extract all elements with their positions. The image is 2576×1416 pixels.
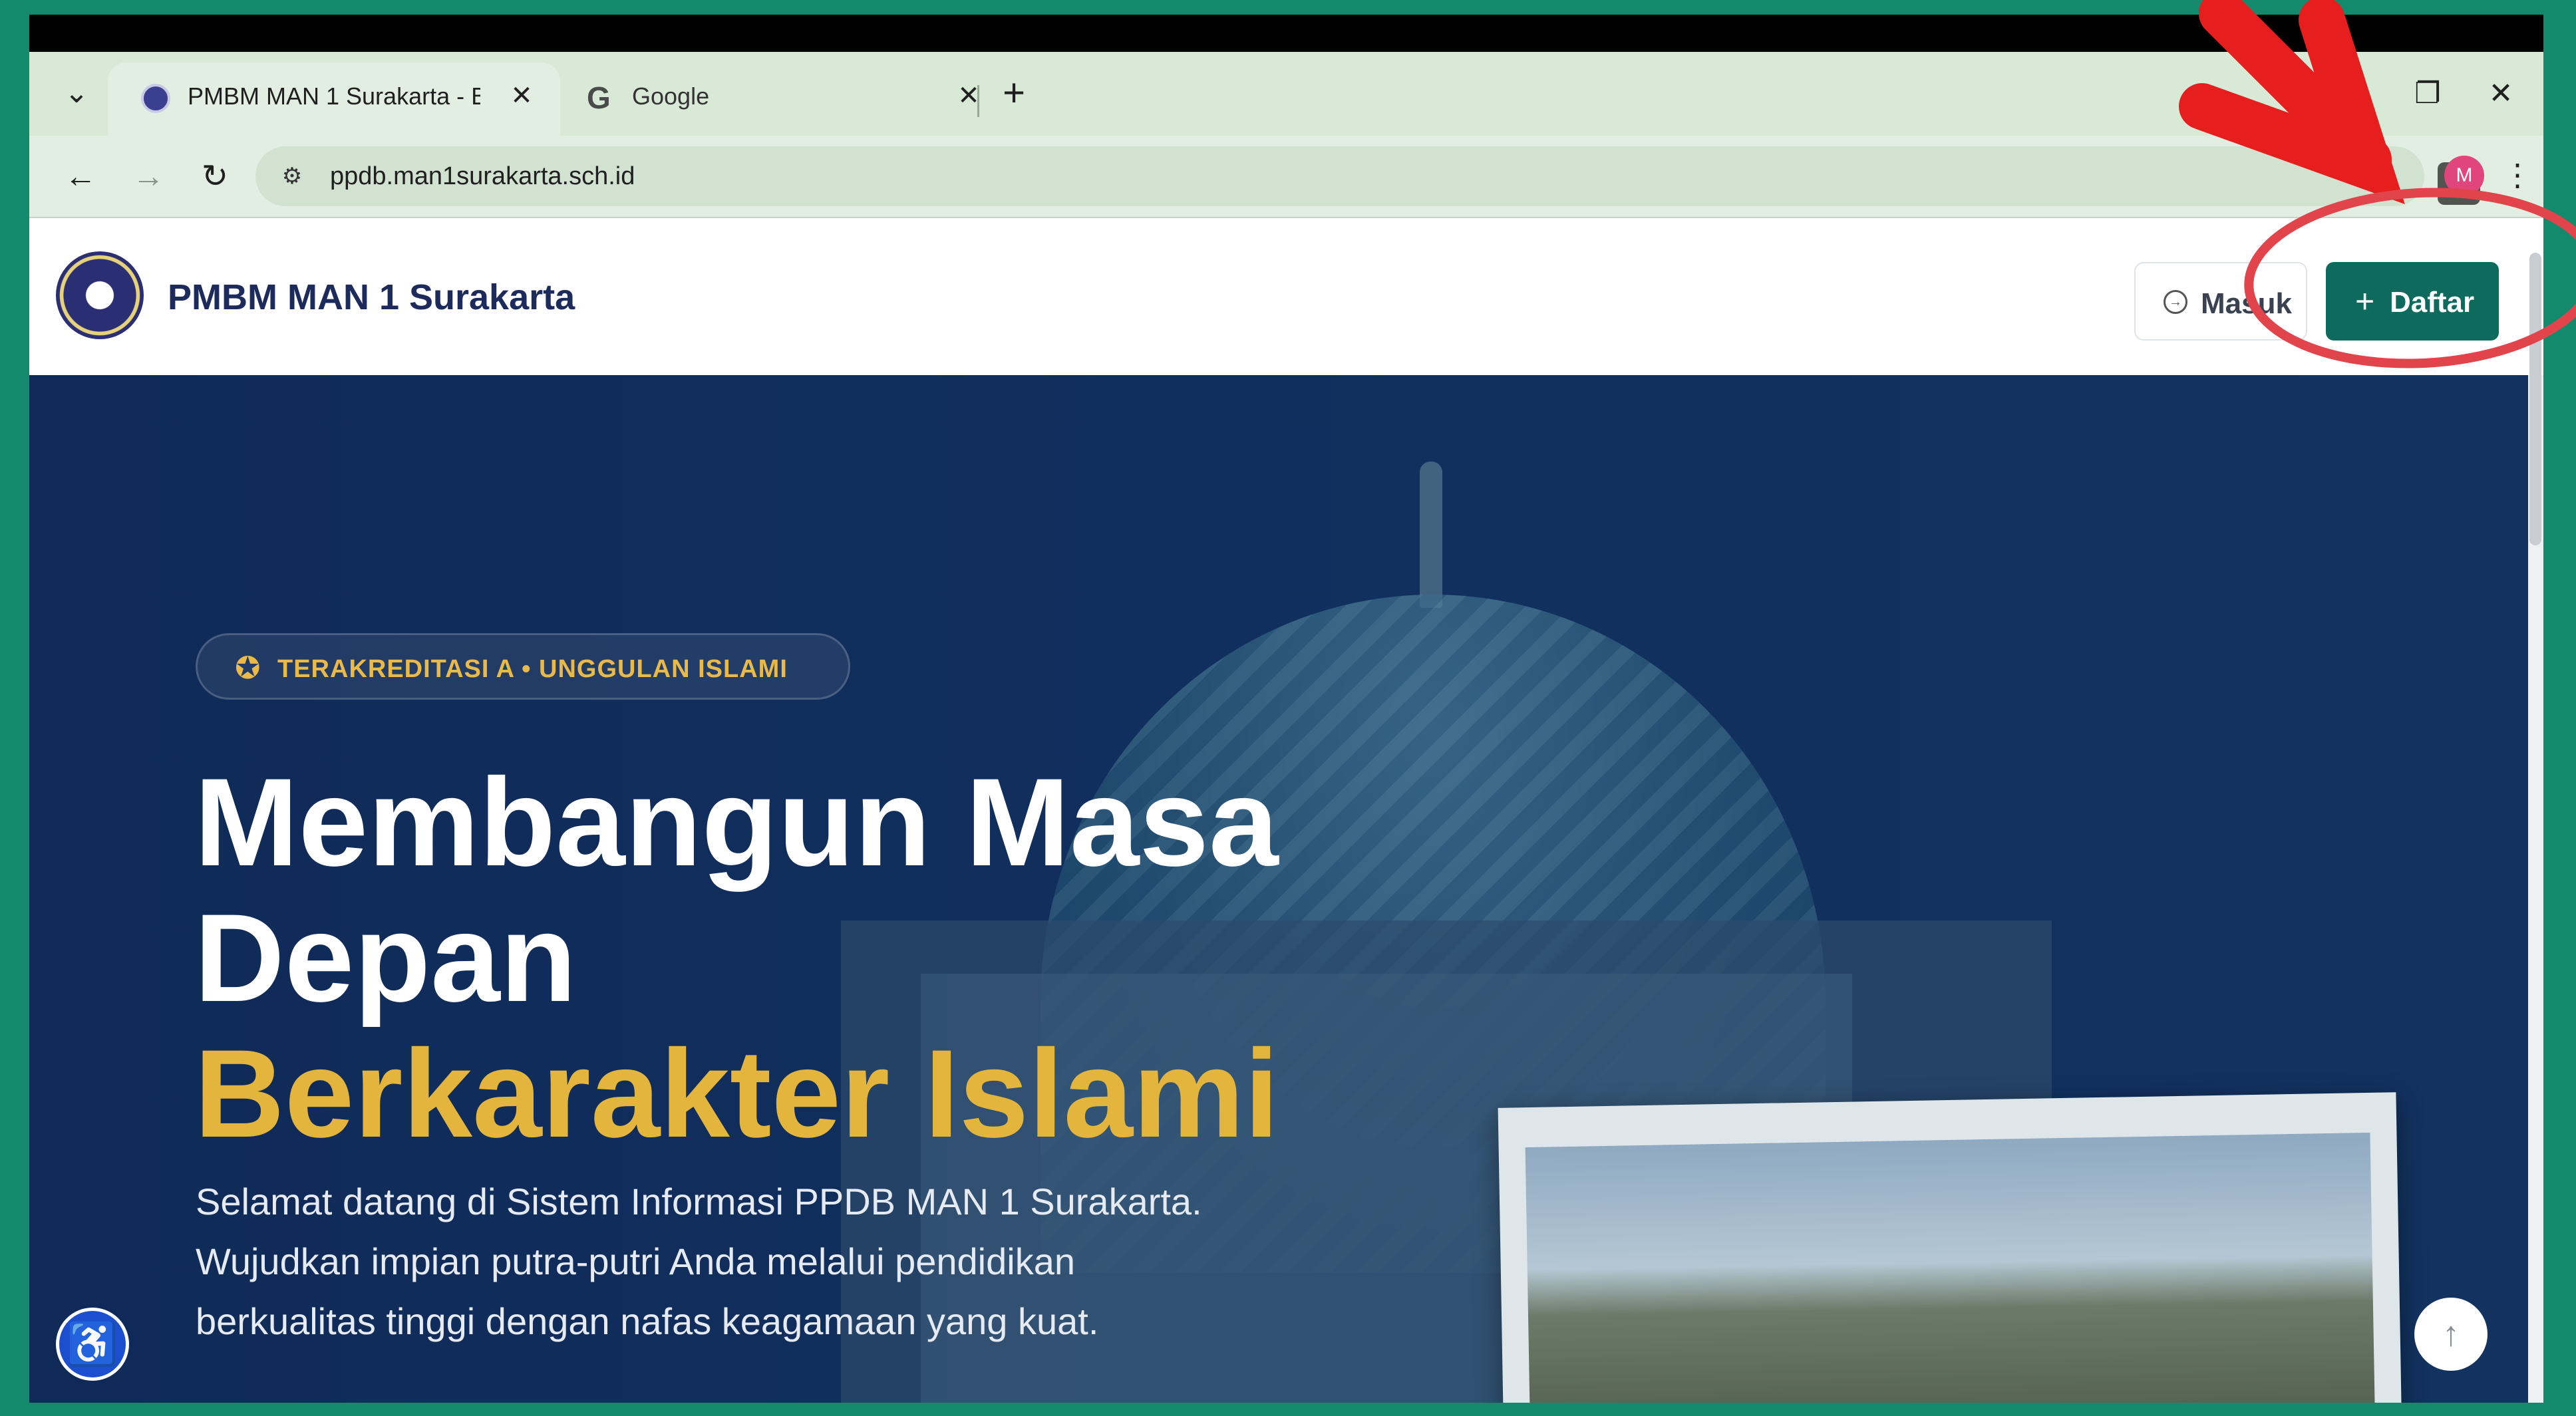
new-tab-button[interactable]: + [991, 69, 1037, 116]
tab-title: Google [632, 82, 710, 110]
address-bar[interactable]: ⚙ ppdb.man1surakarta.sch.id 文 ☆ [255, 146, 2480, 206]
tab-divider [977, 85, 979, 117]
badge-text: TERAKREDITASI A • UNGGULAN ISLAMI [277, 655, 788, 683]
tab-title: PMBM MAN 1 Surakarta - Beranda [188, 82, 480, 110]
close-window-button[interactable]: ✕ [2471, 67, 2531, 120]
campus-photo-card [1498, 1092, 2402, 1403]
login-label: Masuk [2201, 287, 2292, 320]
dome-finial [1420, 462, 1442, 608]
back-icon[interactable]: ← [57, 153, 104, 200]
award-icon: ✪ [235, 650, 261, 685]
profile-avatar[interactable]: M [2444, 156, 2484, 196]
tab-active[interactable]: PMBM MAN 1 Surakarta - Beranda ✕ [108, 63, 560, 136]
page-scrollbar-thumb[interactable] [2529, 253, 2541, 545]
login-button[interactable]: → Masuk [2134, 262, 2307, 341]
accreditation-badge: ✪ TERAKREDITASI A • UNGGULAN ISLAMI [196, 633, 850, 700]
login-icon: → [2164, 290, 2187, 314]
lead-line-2: Wujudkan impian putra-putri Anda melalui… [196, 1240, 1075, 1282]
hero-headline: Membangun Masa Depan [194, 754, 1279, 1026]
tab-search-icon[interactable]: ⌄ [48, 69, 105, 116]
arrow-up-icon[interactable]: ↑ [2414, 1298, 2488, 1371]
tab-google[interactable]: G Google ✕ [568, 63, 1007, 129]
close-tab-icon[interactable]: ✕ [950, 77, 987, 114]
site-header: PMBM MAN 1 Surakarta → Masuk + Daftar [29, 218, 2543, 375]
hero-headline-accent: Berkarakter Islami [194, 1024, 1279, 1163]
reload-icon[interactable]: ↻ [192, 153, 238, 200]
plus-icon: + [2355, 283, 2375, 320]
google-icon: G [587, 80, 611, 115]
forward-icon[interactable]: → [125, 153, 172, 200]
lead-line-3: berkualitas tinggi dengan nafas keagamaa… [196, 1300, 1099, 1342]
hero-lead: Selamat datang di Sistem Informasi PPDB … [196, 1172, 1327, 1351]
register-button[interactable]: + Daftar [2326, 262, 2499, 341]
lead-line-1: Selamat datang di Sistem Informasi PPDB … [196, 1181, 1202, 1222]
accessibility-icon[interactable]: ♿ [56, 1308, 129, 1381]
restore-button[interactable]: ❐ [2398, 67, 2458, 120]
site-info-icon[interactable]: ⚙ [269, 153, 315, 200]
campus-photo [1525, 1132, 2376, 1403]
headline-line-1: Membangun Masa [194, 752, 1279, 892]
screenshot-frame: ⌄ PMBM MAN 1 Surakarta - Beranda ✕ G Goo… [29, 15, 2543, 1403]
close-tab-icon[interactable]: ✕ [503, 77, 540, 114]
hero-section: ✪ TERAKREDITASI A • UNGGULAN ISLAMI Memb… [29, 375, 2528, 1403]
minimize-button[interactable]: – [2325, 67, 2384, 120]
school-logo[interactable] [56, 251, 144, 339]
register-label: Daftar [2390, 286, 2475, 319]
favicon-icon [141, 84, 170, 113]
url-text[interactable]: ppdb.man1surakarta.sch.id [330, 162, 635, 191]
tab-strip: ⌄ PMBM MAN 1 Surakarta - Beranda ✕ G Goo… [29, 52, 2543, 136]
more-menu-icon[interactable]: ⋮ [2502, 152, 2533, 198]
headline-line-2: Depan [194, 888, 577, 1028]
site-brand[interactable]: PMBM MAN 1 Surakarta [168, 277, 575, 318]
browser-toolbar: ← → ↻ ⚙ ppdb.man1surakarta.sch.id 文 ☆ M … [29, 136, 2543, 218]
